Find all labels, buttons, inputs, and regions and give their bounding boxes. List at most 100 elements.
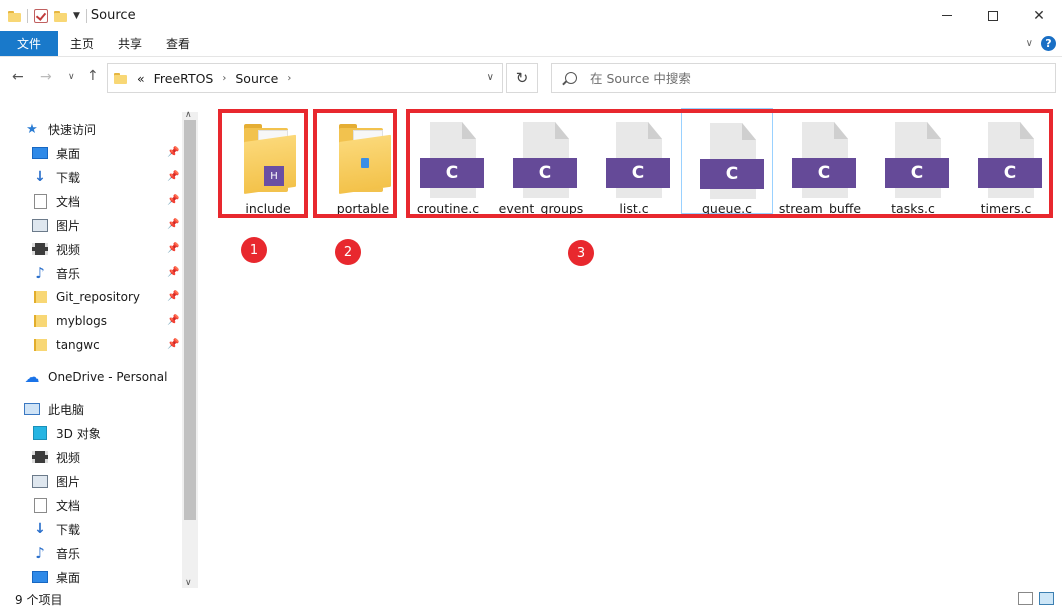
tab-share[interactable]: 共享 [106, 31, 154, 56]
sidebar-item-tangwc[interactable]: tangwc [32, 334, 100, 356]
sidebar-item-label: 桌面 [56, 146, 81, 161]
recent-dropdown-icon[interactable]: ∨ [68, 72, 75, 82]
sidebar-item-this-pc[interactable]: 此电脑 [24, 398, 84, 420]
cube-icon [32, 426, 48, 440]
sidebar-item-pc-downloads[interactable]: ↓ 下载 [32, 518, 80, 540]
new-folder-icon[interactable] [54, 10, 67, 22]
search-box[interactable] [551, 63, 1056, 93]
navigation-bar: ← → ∨ ↑ « FreeRTOS › Source › ∨ ↻ [0, 57, 1062, 99]
sidebar-item-label: tangwc [56, 338, 100, 352]
scroll-down-icon[interactable]: ∨ [185, 578, 192, 588]
item-count: 9 个项目 [15, 593, 63, 607]
sidebar-item-quick-access[interactable]: ★ 快速访问 [24, 118, 96, 140]
pin-icon: 📌 [167, 291, 180, 302]
sidebar-item-label: 3D 对象 [56, 426, 101, 441]
quick-access-toolbar: ▼ [0, 8, 87, 23]
sidebar-item-pc-desktop[interactable]: 桌面 [32, 566, 80, 588]
status-bar: 9 个项目 [0, 588, 1062, 611]
address-bar[interactable]: « FreeRTOS › Source › ∨ [107, 63, 503, 93]
sidebar-item-pictures[interactable]: 图片 [32, 214, 80, 236]
search-input[interactable] [590, 70, 1010, 86]
back-arrow-icon[interactable]: ← [12, 69, 24, 85]
highlight-box-3 [406, 109, 1053, 218]
forward-arrow-icon[interactable]: → [40, 69, 52, 85]
pin-icon: 📌 [167, 195, 180, 206]
details-view-icon[interactable] [1018, 592, 1033, 605]
sidebar-item-label: 桌面 [56, 570, 81, 585]
sidebar-item-pc-videos[interactable]: 视频 [32, 446, 80, 468]
help-icon[interactable]: ? [1041, 36, 1056, 51]
sidebar-item-label: Git_repository [56, 290, 141, 304]
sidebar-item-music[interactable]: ♪ 音乐 [32, 262, 80, 284]
window-title: Source [90, 8, 136, 23]
highlight-box-1 [218, 109, 308, 218]
sidebar-item-label: 文档 [56, 498, 81, 513]
pin-icon: 📌 [167, 339, 180, 350]
marker-3: 3 [568, 240, 594, 266]
video-icon [32, 450, 48, 464]
sidebar-item-label: 音乐 [56, 266, 81, 281]
chevron-right-icon[interactable]: › [287, 73, 291, 84]
search-icon [565, 72, 577, 84]
tab-file[interactable]: 文件 [0, 31, 58, 56]
navigation-pane: ★ 快速访问 桌面 📌 ↓ 下载 📌 文档 📌 图片 📌 视频 📌 ♪ 音乐 📌 Gi… [0, 112, 182, 588]
sidebar-item-label: 下载 [56, 522, 81, 537]
refresh-icon: ↻ [515, 69, 529, 87]
address-dropdown-icon[interactable]: ∨ [487, 72, 494, 83]
marker-1: 1 [241, 237, 267, 263]
picture-icon [32, 218, 48, 232]
maximize-button[interactable] [970, 0, 1016, 31]
minimize-button[interactable] [924, 0, 970, 31]
sidebar-item-label: 视频 [56, 450, 81, 465]
cloud-icon: ☁ [24, 368, 40, 386]
title-bar: ▼ Source ✕ [0, 0, 1062, 31]
expand-ribbon-icon[interactable]: ∨ [1026, 38, 1033, 49]
tab-home[interactable]: 主页 [58, 31, 106, 56]
sidebar-item-pc-pictures[interactable]: 图片 [32, 470, 80, 492]
properties-icon[interactable] [34, 8, 48, 23]
document-icon [32, 194, 48, 208]
scrollbar-thumb[interactable] [184, 120, 196, 520]
desktop-icon [32, 146, 48, 160]
desktop-icon [32, 570, 48, 584]
sidebar-scrollbar[interactable]: ∧ ∨ [182, 110, 198, 588]
large-icons-view-icon[interactable] [1039, 592, 1054, 605]
sidebar-item-pc-documents[interactable]: 文档 [32, 494, 80, 516]
pin-icon: 📌 [167, 267, 180, 278]
sidebar-item-onedrive[interactable]: ☁ OneDrive - Personal [24, 366, 168, 388]
music-icon: ♪ [35, 544, 45, 562]
folder-icon [8, 10, 21, 22]
star-icon: ★ [26, 121, 38, 137]
sidebar-item-3d-objects[interactable]: 3D 对象 [32, 422, 101, 444]
sidebar-item-label: 图片 [56, 218, 81, 233]
sidebar-item-pc-music[interactable]: ♪ 音乐 [32, 542, 80, 564]
tab-view[interactable]: 查看 [154, 31, 202, 56]
minimize-icon [942, 15, 952, 16]
highlight-box-2 [313, 109, 397, 218]
sidebar-item-videos[interactable]: 视频 [32, 238, 80, 260]
sidebar-item-git-repository[interactable]: Git_repository [32, 286, 140, 308]
up-arrow-icon[interactable]: ↑ [87, 68, 99, 84]
marker-2: 2 [335, 239, 361, 265]
scroll-up-icon[interactable]: ∧ [185, 110, 192, 120]
customize-dropdown-icon[interactable]: ▼ [73, 11, 80, 21]
pin-icon: 📌 [167, 219, 180, 230]
breadcrumb-source[interactable]: Source [235, 71, 278, 86]
close-icon: ✕ [1033, 7, 1045, 24]
sidebar-item-label: 文档 [56, 194, 81, 209]
sidebar-item-documents[interactable]: 文档 [32, 190, 80, 212]
close-button[interactable]: ✕ [1016, 0, 1062, 31]
sidebar-item-desktop[interactable]: 桌面 [32, 142, 80, 164]
sidebar-item-label: 视频 [56, 242, 81, 257]
sidebar-item-myblogs[interactable]: myblogs [32, 310, 107, 332]
sidebar-item-label: 快速访问 [48, 122, 97, 137]
pin-icon: 📌 [167, 171, 180, 182]
sidebar-item-label: myblogs [56, 314, 107, 328]
sidebar-item-downloads[interactable]: ↓ 下载 [32, 166, 80, 188]
picture-icon [32, 474, 48, 488]
chevron-right-icon[interactable]: › [222, 73, 226, 84]
refresh-button[interactable]: ↻ [506, 63, 538, 93]
breadcrumb-overflow[interactable]: « [137, 71, 145, 86]
breadcrumb-freertos[interactable]: FreeRTOS [154, 71, 214, 86]
document-icon [32, 498, 48, 512]
